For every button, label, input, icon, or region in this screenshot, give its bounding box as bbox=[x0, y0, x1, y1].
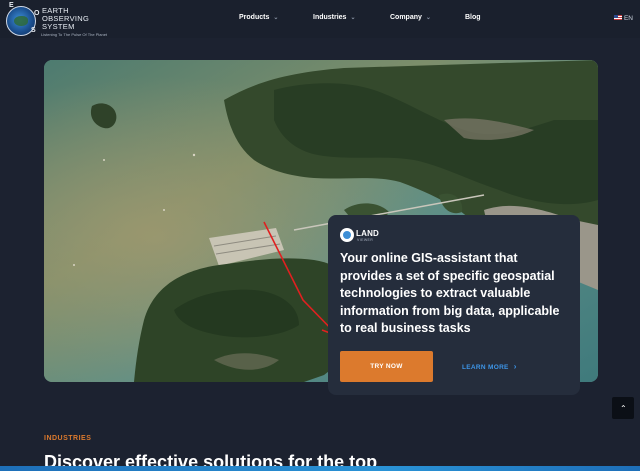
logo-line-3: SYSTEM bbox=[42, 22, 75, 31]
nav-company[interactable]: Company ⌄ bbox=[390, 14, 431, 21]
nav-products-label: Products bbox=[239, 14, 270, 21]
nav-company-label: Company bbox=[390, 14, 422, 21]
nav-industries[interactable]: Industries ⌄ bbox=[313, 14, 355, 21]
learn-more-link[interactable]: LEARN MORE › bbox=[462, 362, 517, 371]
chevron-down-icon: ⌄ bbox=[350, 15, 356, 21]
chevron-down-icon: ⌄ bbox=[425, 15, 431, 21]
chevron-down-icon: ⌄ bbox=[273, 15, 279, 21]
chevron-right-icon: › bbox=[513, 362, 517, 371]
logo-letter-o: O bbox=[34, 10, 40, 17]
language-label: EN bbox=[623, 15, 633, 22]
os-taskbar-edge bbox=[0, 466, 640, 471]
nav-industries-label: Industries bbox=[313, 14, 347, 21]
landviewer-logo-name: LAND bbox=[356, 229, 380, 238]
landviewer-logo-sub: VIEWER bbox=[357, 238, 374, 242]
section-label: INDUSTRIES bbox=[44, 435, 92, 442]
learn-more-label: LEARN MORE bbox=[462, 364, 509, 371]
try-now-button[interactable]: TRY NOW bbox=[340, 351, 433, 382]
logo-letter-s: S bbox=[31, 27, 36, 34]
site-logo[interactable]: E O S EARTH OBSERVING SYSTEM Listening T… bbox=[6, 2, 108, 37]
nav-blog[interactable]: Blog bbox=[465, 14, 481, 21]
landviewer-card: LAND VIEWER Your online GIS-assistant th… bbox=[328, 215, 580, 395]
logo-tagline: Listening To The Pulse Of The Planet bbox=[41, 32, 108, 37]
language-selector[interactable]: EN bbox=[613, 15, 633, 22]
us-flag-icon bbox=[613, 15, 622, 20]
nav-blog-label: Blog bbox=[465, 14, 481, 21]
logo-letter-e: E bbox=[9, 2, 14, 9]
card-description: Your online GIS-assistant that provides … bbox=[340, 251, 560, 335]
site-header: E O S EARTH OBSERVING SYSTEM Listening T… bbox=[0, 0, 640, 38]
nav-products[interactable]: Products ⌄ bbox=[239, 14, 278, 21]
logo-wordmark: EARTH OBSERVING SYSTEM bbox=[42, 7, 89, 31]
chevron-up-icon: ⌃ bbox=[620, 404, 627, 413]
scroll-to-top-button[interactable]: ⌃ bbox=[612, 397, 634, 419]
landviewer-globe-icon bbox=[340, 228, 354, 242]
